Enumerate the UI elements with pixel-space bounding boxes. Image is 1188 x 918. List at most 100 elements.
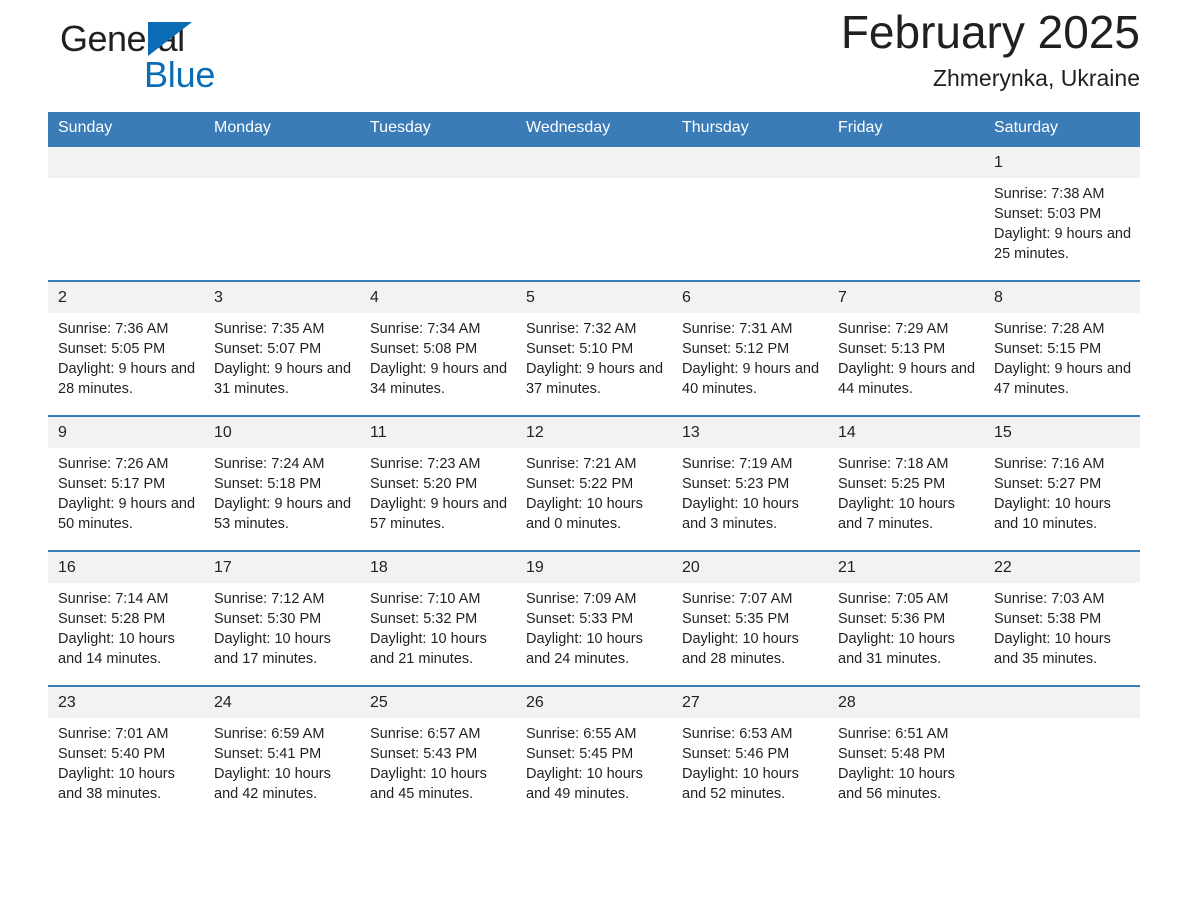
day-details: Sunrise: 7:36 AM Sunset: 5:05 PM Dayligh… (48, 313, 204, 399)
daylight-text: Daylight: 10 hours and 0 minutes. (526, 496, 643, 532)
daylight-text: Daylight: 9 hours and 37 minutes. (526, 361, 664, 397)
sunset-text: Sunset: 5:12 PM (682, 341, 790, 357)
day-cell[interactable] (984, 685, 1140, 821)
day-cell[interactable]: 20 Sunrise: 7:07 AM Sunset: 5:35 PM Dayl… (672, 550, 828, 686)
page-subtitle: Zhmerynka, Ukraine (932, 64, 1140, 91)
sunrise-text: Sunrise: 7:36 AM (58, 321, 169, 337)
calendar-table: Sunday Monday Tuesday Wednesday Thursday… (48, 112, 1140, 821)
page-title: February 2025 (840, 6, 1140, 58)
day-cell[interactable]: 8 Sunrise: 7:28 AM Sunset: 5:15 PM Dayli… (984, 280, 1140, 416)
day-cell[interactable]: 11 Sunrise: 7:23 AM Sunset: 5:20 PM Dayl… (360, 415, 516, 551)
sunrise-text: Sunrise: 7:31 AM (682, 321, 793, 337)
day-cell[interactable]: 12 Sunrise: 7:21 AM Sunset: 5:22 PM Dayl… (516, 415, 672, 551)
day-cell[interactable]: 6 Sunrise: 7:31 AM Sunset: 5:12 PM Dayli… (672, 280, 828, 416)
day-details: Sunrise: 6:51 AM Sunset: 5:48 PM Dayligh… (828, 718, 984, 804)
weekday-header-monday: Monday (204, 112, 360, 146)
sunrise-text: Sunrise: 6:57 AM (370, 726, 481, 742)
sunset-text: Sunset: 5:32 PM (370, 611, 478, 627)
day-cell[interactable]: 18 Sunrise: 7:10 AM Sunset: 5:32 PM Dayl… (360, 550, 516, 686)
day-cell[interactable]: 15 Sunrise: 7:16 AM Sunset: 5:27 PM Dayl… (984, 415, 1140, 551)
day-number (204, 147, 360, 178)
day-cell[interactable]: 4 Sunrise: 7:34 AM Sunset: 5:08 PM Dayli… (360, 280, 516, 416)
daylight-text: Daylight: 9 hours and 53 minutes. (214, 496, 352, 532)
day-number: 23 (48, 687, 204, 718)
sunrise-text: Sunrise: 7:14 AM (58, 591, 169, 607)
day-cell[interactable]: 17 Sunrise: 7:12 AM Sunset: 5:30 PM Dayl… (204, 550, 360, 686)
calendar-week-row: 2 Sunrise: 7:36 AM Sunset: 5:05 PM Dayli… (48, 280, 1140, 416)
general-blue-logo: General Blue (48, 12, 298, 96)
day-cell[interactable]: 10 Sunrise: 7:24 AM Sunset: 5:18 PM Dayl… (204, 415, 360, 551)
daylight-text: Daylight: 10 hours and 10 minutes. (994, 496, 1111, 532)
day-cell[interactable] (828, 145, 984, 281)
day-cell[interactable] (516, 145, 672, 281)
sunrise-text: Sunrise: 7:24 AM (214, 456, 325, 472)
sunset-text: Sunset: 5:20 PM (370, 476, 478, 492)
day-details: Sunrise: 7:34 AM Sunset: 5:08 PM Dayligh… (360, 313, 516, 399)
day-number: 27 (672, 687, 828, 718)
day-cell[interactable]: 19 Sunrise: 7:09 AM Sunset: 5:33 PM Dayl… (516, 550, 672, 686)
day-details: Sunrise: 7:10 AM Sunset: 5:32 PM Dayligh… (360, 583, 516, 669)
day-cell[interactable]: 14 Sunrise: 7:18 AM Sunset: 5:25 PM Dayl… (828, 415, 984, 551)
day-cell[interactable] (672, 145, 828, 281)
sunrise-text: Sunrise: 7:32 AM (526, 321, 637, 337)
daylight-text: Daylight: 9 hours and 28 minutes. (58, 361, 196, 397)
day-details: Sunrise: 7:07 AM Sunset: 5:35 PM Dayligh… (672, 583, 828, 669)
sunset-text: Sunset: 5:13 PM (838, 341, 946, 357)
day-details: Sunrise: 6:59 AM Sunset: 5:41 PM Dayligh… (204, 718, 360, 804)
day-number: 18 (360, 552, 516, 583)
day-cell[interactable]: 1 Sunrise: 7:38 AM Sunset: 5:03 PM Dayli… (984, 145, 1140, 281)
day-cell[interactable]: 13 Sunrise: 7:19 AM Sunset: 5:23 PM Dayl… (672, 415, 828, 551)
day-cell[interactable]: 24 Sunrise: 6:59 AM Sunset: 5:41 PM Dayl… (204, 685, 360, 821)
sunset-text: Sunset: 5:45 PM (526, 746, 634, 762)
day-cell[interactable] (204, 145, 360, 281)
day-cell[interactable]: 21 Sunrise: 7:05 AM Sunset: 5:36 PM Dayl… (828, 550, 984, 686)
day-cell[interactable]: 9 Sunrise: 7:26 AM Sunset: 5:17 PM Dayli… (48, 415, 204, 551)
weekday-header-wednesday: Wednesday (516, 112, 672, 146)
day-cell[interactable]: 3 Sunrise: 7:35 AM Sunset: 5:07 PM Dayli… (204, 280, 360, 416)
sunrise-text: Sunrise: 7:26 AM (58, 456, 169, 472)
day-cell[interactable] (360, 145, 516, 281)
day-cell[interactable]: 22 Sunrise: 7:03 AM Sunset: 5:38 PM Dayl… (984, 550, 1140, 686)
calendar-week-row: 9 Sunrise: 7:26 AM Sunset: 5:17 PM Dayli… (48, 415, 1140, 551)
day-cell[interactable]: 7 Sunrise: 7:29 AM Sunset: 5:13 PM Dayli… (828, 280, 984, 416)
day-number: 28 (828, 687, 984, 718)
sunrise-text: Sunrise: 6:59 AM (214, 726, 325, 742)
sunset-text: Sunset: 5:38 PM (994, 611, 1102, 627)
day-number (984, 687, 1140, 718)
daylight-text: Daylight: 9 hours and 47 minutes. (994, 361, 1132, 397)
weekday-header-thursday: Thursday (672, 112, 828, 146)
day-cell[interactable]: 27 Sunrise: 6:53 AM Sunset: 5:46 PM Dayl… (672, 685, 828, 821)
day-number: 15 (984, 417, 1140, 448)
day-details: Sunrise: 7:03 AM Sunset: 5:38 PM Dayligh… (984, 583, 1140, 669)
day-number: 13 (672, 417, 828, 448)
day-number (672, 147, 828, 178)
day-details: Sunrise: 7:12 AM Sunset: 5:30 PM Dayligh… (204, 583, 360, 669)
day-cell[interactable]: 26 Sunrise: 6:55 AM Sunset: 5:45 PM Dayl… (516, 685, 672, 821)
sunrise-text: Sunrise: 7:16 AM (994, 456, 1105, 472)
sunset-text: Sunset: 5:18 PM (214, 476, 322, 492)
sunset-text: Sunset: 5:43 PM (370, 746, 478, 762)
day-number: 21 (828, 552, 984, 583)
day-cell[interactable]: 28 Sunrise: 6:51 AM Sunset: 5:48 PM Dayl… (828, 685, 984, 821)
day-details: Sunrise: 7:26 AM Sunset: 5:17 PM Dayligh… (48, 448, 204, 534)
sunset-text: Sunset: 5:33 PM (526, 611, 634, 627)
day-cell[interactable]: 5 Sunrise: 7:32 AM Sunset: 5:10 PM Dayli… (516, 280, 672, 416)
sunrise-text: Sunrise: 7:12 AM (214, 591, 325, 607)
day-cell[interactable] (48, 145, 204, 281)
day-number: 24 (204, 687, 360, 718)
day-cell[interactable]: 25 Sunrise: 6:57 AM Sunset: 5:43 PM Dayl… (360, 685, 516, 821)
daylight-text: Daylight: 9 hours and 40 minutes. (682, 361, 820, 397)
day-cell[interactable]: 23 Sunrise: 7:01 AM Sunset: 5:40 PM Dayl… (48, 685, 204, 821)
day-cell[interactable]: 2 Sunrise: 7:36 AM Sunset: 5:05 PM Dayli… (48, 280, 204, 416)
day-details: Sunrise: 7:28 AM Sunset: 5:15 PM Dayligh… (984, 313, 1140, 399)
daylight-text: Daylight: 10 hours and 31 minutes. (838, 631, 955, 667)
calendar-page: General Blue February 2025 Zhmerynka, Uk… (0, 0, 1188, 918)
day-number: 26 (516, 687, 672, 718)
day-number: 9 (48, 417, 204, 448)
calendar-header-row: Sunday Monday Tuesday Wednesday Thursday… (48, 112, 1140, 146)
day-details: Sunrise: 7:38 AM Sunset: 5:03 PM Dayligh… (984, 178, 1140, 264)
day-number: 10 (204, 417, 360, 448)
daylight-text: Daylight: 10 hours and 35 minutes. (994, 631, 1111, 667)
day-cell[interactable]: 16 Sunrise: 7:14 AM Sunset: 5:28 PM Dayl… (48, 550, 204, 686)
day-number: 16 (48, 552, 204, 583)
